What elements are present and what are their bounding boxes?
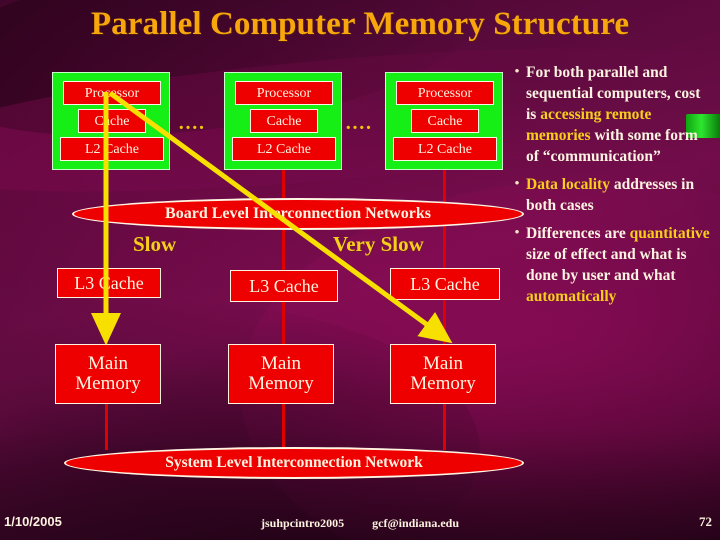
l3-cache-box-2[interactable]: L3 Cache	[230, 270, 338, 302]
main-memory-line2: Memory	[248, 373, 314, 394]
slide-footer: 1/10/2005 jsuhpcintro2005 gcf@indiana.edu…	[0, 514, 720, 536]
bullet-part: size of effect and what is done by user …	[526, 246, 687, 284]
main-memory-line1: Main	[422, 353, 464, 374]
connector-line-7	[105, 402, 108, 450]
processor-label: Processor	[84, 85, 140, 101]
cache-label: Cache	[266, 113, 302, 129]
processor-box[interactable]: Processor	[396, 81, 494, 105]
bullet-part: Differences are	[526, 225, 630, 242]
processor-box[interactable]: Processor	[235, 81, 333, 105]
bullet-text-2: Data locality addresses in both cases	[526, 174, 714, 216]
main-memory-line1: Main	[260, 353, 302, 374]
main-memory-line2: Memory	[75, 373, 141, 394]
bullet-marker: •	[514, 64, 520, 80]
l2-cache-box[interactable]: L2 Cache	[60, 137, 164, 161]
processor-group-2[interactable]: Processor Cache L2 Cache	[224, 72, 342, 170]
cache-box[interactable]: Cache	[78, 109, 146, 133]
footer-center: jsuhpcintro2005 gcf@indiana.edu	[0, 516, 720, 531]
footer-page-number: 72	[699, 514, 712, 529]
bullet-part-highlight: Data locality	[526, 176, 610, 193]
connector-line-1	[105, 166, 108, 210]
l2-cache-box[interactable]: L2 Cache	[393, 137, 497, 161]
bullet-marker: •	[514, 176, 520, 192]
main-memory-box-1[interactable]: Main Memory	[55, 344, 161, 404]
bullet-list: • For both parallel and sequential compu…	[508, 62, 714, 314]
background-swirl-4	[0, 300, 480, 540]
l2-cache-label: L2 Cache	[256, 141, 312, 157]
bullet-item-1: • For both parallel and sequential compu…	[508, 62, 714, 167]
connector-line-9	[443, 402, 446, 450]
l3-cache-label: L3 Cache	[410, 274, 480, 294]
bullet-part-highlight: automatically	[526, 288, 617, 305]
board-level-network-ellipse[interactable]: Board Level Interconnection Networks	[72, 198, 524, 230]
cache-label: Cache	[94, 113, 130, 129]
main-memory-box-3[interactable]: Main Memory	[390, 344, 496, 404]
ellipsis-2: ….	[345, 112, 372, 134]
l3-cache-label: L3 Cache	[249, 276, 319, 296]
l2-cache-box[interactable]: L2 Cache	[232, 137, 336, 161]
main-memory-line2: Memory	[410, 373, 476, 394]
slow-label: Slow	[133, 232, 177, 256]
very-slow-label: Very Slow	[333, 232, 424, 256]
slide-title: Parallel Computer Memory Structure	[90, 6, 630, 42]
l3-cache-label: L3 Cache	[74, 273, 144, 293]
processor-label: Processor	[417, 85, 473, 101]
cache-label: Cache	[427, 113, 463, 129]
footer-course: jsuhpcintro2005	[261, 516, 345, 530]
main-memory-box-2[interactable]: Main Memory	[228, 344, 334, 404]
slide-canvas: Parallel Computer Memory Structure Proce…	[0, 0, 720, 540]
cache-box[interactable]: Cache	[411, 109, 479, 133]
bullet-item-2: • Data locality addresses in both cases	[508, 174, 714, 216]
system-level-network-label: System Level Interconnection Network	[165, 454, 423, 471]
ellipsis-1: ….	[178, 112, 205, 134]
bullet-text-1: For both parallel and sequential compute…	[526, 62, 714, 167]
l2-cache-label: L2 Cache	[417, 141, 473, 157]
l2-cache-label: L2 Cache	[84, 141, 140, 157]
cache-box[interactable]: Cache	[250, 109, 318, 133]
bullet-text-3: Differences are quantitative size of eff…	[526, 223, 714, 307]
connector-line-8	[282, 402, 285, 450]
system-level-network-ellipse[interactable]: System Level Interconnection Network	[64, 447, 524, 479]
bullet-marker: •	[514, 225, 520, 241]
bullet-part-highlight: quantitative	[629, 225, 710, 242]
processor-box[interactable]: Processor	[63, 81, 161, 105]
processor-group-1[interactable]: Processor Cache L2 Cache	[52, 72, 170, 170]
l3-cache-box-1[interactable]: L3 Cache	[57, 268, 161, 298]
footer-email: gcf@indiana.edu	[372, 516, 459, 530]
board-level-network-label: Board Level Interconnection Networks	[165, 205, 431, 222]
processor-group-3[interactable]: Processor Cache L2 Cache	[385, 72, 503, 170]
bullet-item-3: • Differences are quantitative size of e…	[508, 223, 714, 307]
l3-cache-box-3[interactable]: L3 Cache	[390, 268, 500, 300]
main-memory-line1: Main	[87, 353, 129, 374]
processor-label: Processor	[256, 85, 312, 101]
